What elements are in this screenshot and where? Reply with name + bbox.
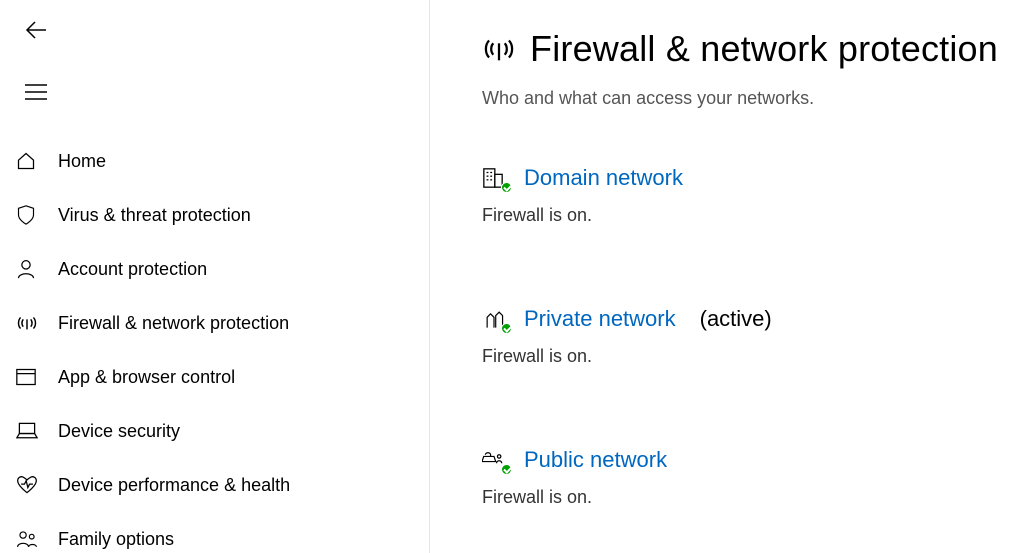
- people-icon: [16, 529, 58, 549]
- main-content: Firewall & network protection Who and wh…: [430, 0, 1024, 553]
- domain-network-icon: [482, 167, 508, 189]
- sidebar-item-family[interactable]: Family options: [6, 512, 429, 553]
- sidebar-item-appbrowser[interactable]: App & browser control: [6, 350, 429, 404]
- sidebar-item-account[interactable]: Account protection: [6, 242, 429, 296]
- public-network-icon: [482, 449, 508, 471]
- nav-list: Home Virus & threat protection Acco: [6, 134, 429, 553]
- laptop-icon: [16, 422, 58, 440]
- sidebar-item-devicesecurity[interactable]: Device security: [6, 404, 429, 458]
- sidebar-item-firewall[interactable]: Firewall & network protection: [6, 296, 429, 350]
- domain-network-link[interactable]: Domain network: [524, 165, 683, 191]
- heart-pulse-icon: [16, 475, 58, 495]
- check-badge-icon: [501, 182, 512, 193]
- page-title: Firewall & network protection: [530, 28, 998, 70]
- broadcast-icon: [482, 32, 516, 66]
- home-icon: [16, 151, 58, 171]
- hamburger-icon: [25, 84, 47, 100]
- sidebar-item-label: App & browser control: [58, 367, 429, 388]
- network-status: Firewall is on.: [482, 487, 1016, 508]
- sidebar-item-label: Home: [58, 151, 429, 172]
- network-block-domain: Domain network Firewall is on.: [482, 165, 1016, 226]
- person-icon: [16, 258, 58, 280]
- check-badge-icon: [501, 323, 512, 334]
- page-subtitle: Who and what can access your networks.: [482, 88, 1016, 109]
- network-status: Firewall is on.: [482, 346, 1016, 367]
- network-block-private: Private network (active) Firewall is on.: [482, 306, 1016, 367]
- sidebar-item-home[interactable]: Home: [6, 134, 429, 188]
- back-button[interactable]: [16, 12, 56, 48]
- shield-icon: [16, 204, 58, 226]
- sidebar-item-label: Account protection: [58, 259, 429, 280]
- private-network-link[interactable]: Private network: [524, 306, 676, 332]
- page-header: Firewall & network protection: [482, 28, 1016, 70]
- sidebar-item-label: Family options: [58, 529, 429, 550]
- menu-button[interactable]: [16, 72, 56, 112]
- sidebar-item-health[interactable]: Device performance & health: [6, 458, 429, 512]
- network-status: Firewall is on.: [482, 205, 1016, 226]
- sidebar-item-label: Firewall & network protection: [58, 313, 429, 334]
- private-network-icon: [482, 308, 508, 330]
- public-network-link[interactable]: Public network: [524, 447, 667, 473]
- network-block-public: Public network Firewall is on.: [482, 447, 1016, 508]
- sidebar-item-label: Device performance & health: [58, 475, 429, 496]
- check-badge-icon: [501, 464, 512, 475]
- sidebar-item-label: Device security: [58, 421, 429, 442]
- window-icon: [16, 368, 58, 386]
- active-tag: (active): [700, 306, 772, 332]
- sidebar-item-virus[interactable]: Virus & threat protection: [6, 188, 429, 242]
- sidebar: Home Virus & threat protection Acco: [0, 0, 430, 553]
- sidebar-item-label: Virus & threat protection: [58, 205, 429, 226]
- broadcast-icon: [16, 312, 58, 334]
- arrow-left-icon: [24, 18, 48, 42]
